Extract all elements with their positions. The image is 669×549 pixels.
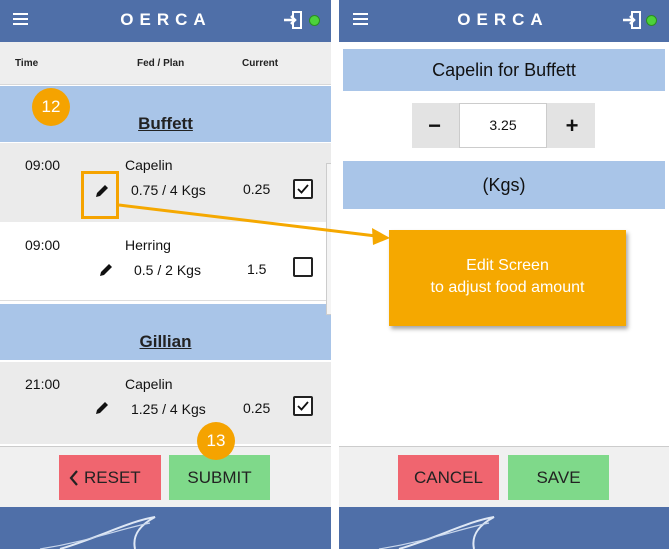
logout-icon[interactable] <box>283 11 303 29</box>
annotation-arrow-icon <box>118 203 390 245</box>
current-value: 0.25 <box>243 400 271 416</box>
wave-logo-icon <box>378 516 495 549</box>
food-name: Capelin <box>125 157 173 173</box>
action-bar: CANCEL SAVE <box>339 446 669 508</box>
fed-checkbox[interactable] <box>293 396 313 416</box>
check-icon <box>297 184 309 194</box>
unit-label: Kgs <box>181 401 206 417</box>
decrement-button[interactable]: − <box>412 103 457 148</box>
plan-value: 4 <box>169 401 178 417</box>
wave-logo-icon <box>39 516 156 549</box>
fed-checkbox[interactable] <box>293 179 313 199</box>
plan-value: 2 <box>165 262 173 278</box>
fed-amount: 1.25 / 4 Kgs <box>131 401 206 417</box>
increment-button[interactable]: + <box>549 103 595 148</box>
feed-time: 09:00 <box>25 237 61 253</box>
column-headers: Time Fed / Plan Current <box>0 42 331 85</box>
fed-value: 0.5 <box>134 262 154 278</box>
brand-logo: OERCA <box>120 10 212 29</box>
amount-input[interactable]: 3.25 <box>459 103 547 148</box>
animal-header-gillian: Gillian <box>0 304 331 360</box>
current-value: 0.25 <box>243 181 271 197</box>
current-value: 1.5 <box>247 261 267 277</box>
fed-plan-column-header: Fed / Plan <box>137 58 185 69</box>
fed-amount: 0.75 / 4 Kgs <box>131 182 206 198</box>
annotation-callout: Edit Screen to adjust food amount <box>389 230 626 326</box>
top-bar: OERCA <box>339 0 669 42</box>
fed-checkbox[interactable] <box>293 257 313 277</box>
reset-button[interactable]: RESET <box>59 455 161 500</box>
quantity-stepper: − 3.25 + <box>412 103 595 148</box>
edit-pencil-icon[interactable] <box>98 262 114 278</box>
logout-icon[interactable] <box>622 11 642 29</box>
current-column-header: Current <box>242 58 279 69</box>
submit-button[interactable]: SUBMIT <box>169 455 270 500</box>
submit-label: SUBMIT <box>187 468 252 487</box>
feed-time: 21:00 <box>25 376 61 392</box>
edit-title: Capelin for Buffett <box>343 49 665 91</box>
panel-divider <box>331 0 339 549</box>
check-icon <box>297 401 309 411</box>
callout-line-2: to adjust food amount <box>430 279 585 296</box>
save-button[interactable]: SAVE <box>508 455 609 500</box>
brand-logo: OERCA <box>457 10 549 29</box>
reset-label: RESET <box>84 468 141 487</box>
top-bar: OERCA <box>0 0 331 42</box>
time-column-header: Time <box>15 58 39 69</box>
edit-highlight-box <box>81 171 119 219</box>
fed-amount: 0.5 / 2 Kgs <box>134 262 201 278</box>
menu-icon[interactable] <box>353 13 368 25</box>
connection-status-icon <box>309 15 320 26</box>
cancel-button[interactable]: CANCEL <box>398 455 499 500</box>
feed-row: 21:00 Capelin 1.25 / 4 Kgs 0.25 <box>0 362 331 444</box>
food-name: Capelin <box>125 376 173 392</box>
unit-label: Kgs <box>181 182 206 198</box>
feed-time: 09:00 <box>25 157 61 173</box>
animal-name: Gillian <box>139 332 192 351</box>
edit-pencil-icon[interactable] <box>94 400 110 416</box>
unit-label: Kgs <box>176 262 201 278</box>
fed-value: 1.25 <box>131 401 159 417</box>
chevron-left-icon <box>69 470 78 486</box>
action-bar: RESET SUBMIT <box>0 446 331 508</box>
connection-status-icon <box>646 15 657 26</box>
plan-value: 4 <box>169 182 178 198</box>
footer-bar <box>339 507 669 549</box>
fed-value: 0.75 <box>131 182 159 198</box>
step-badge: 12 <box>32 88 70 126</box>
footer-bar <box>0 507 331 549</box>
callout-line-1: Edit Screen <box>466 257 549 274</box>
step-badge: 13 <box>197 422 235 460</box>
menu-icon[interactable] <box>13 13 28 25</box>
feeding-list-screen: OERCA Time Fed / Plan Current Buffett 09… <box>0 0 331 549</box>
